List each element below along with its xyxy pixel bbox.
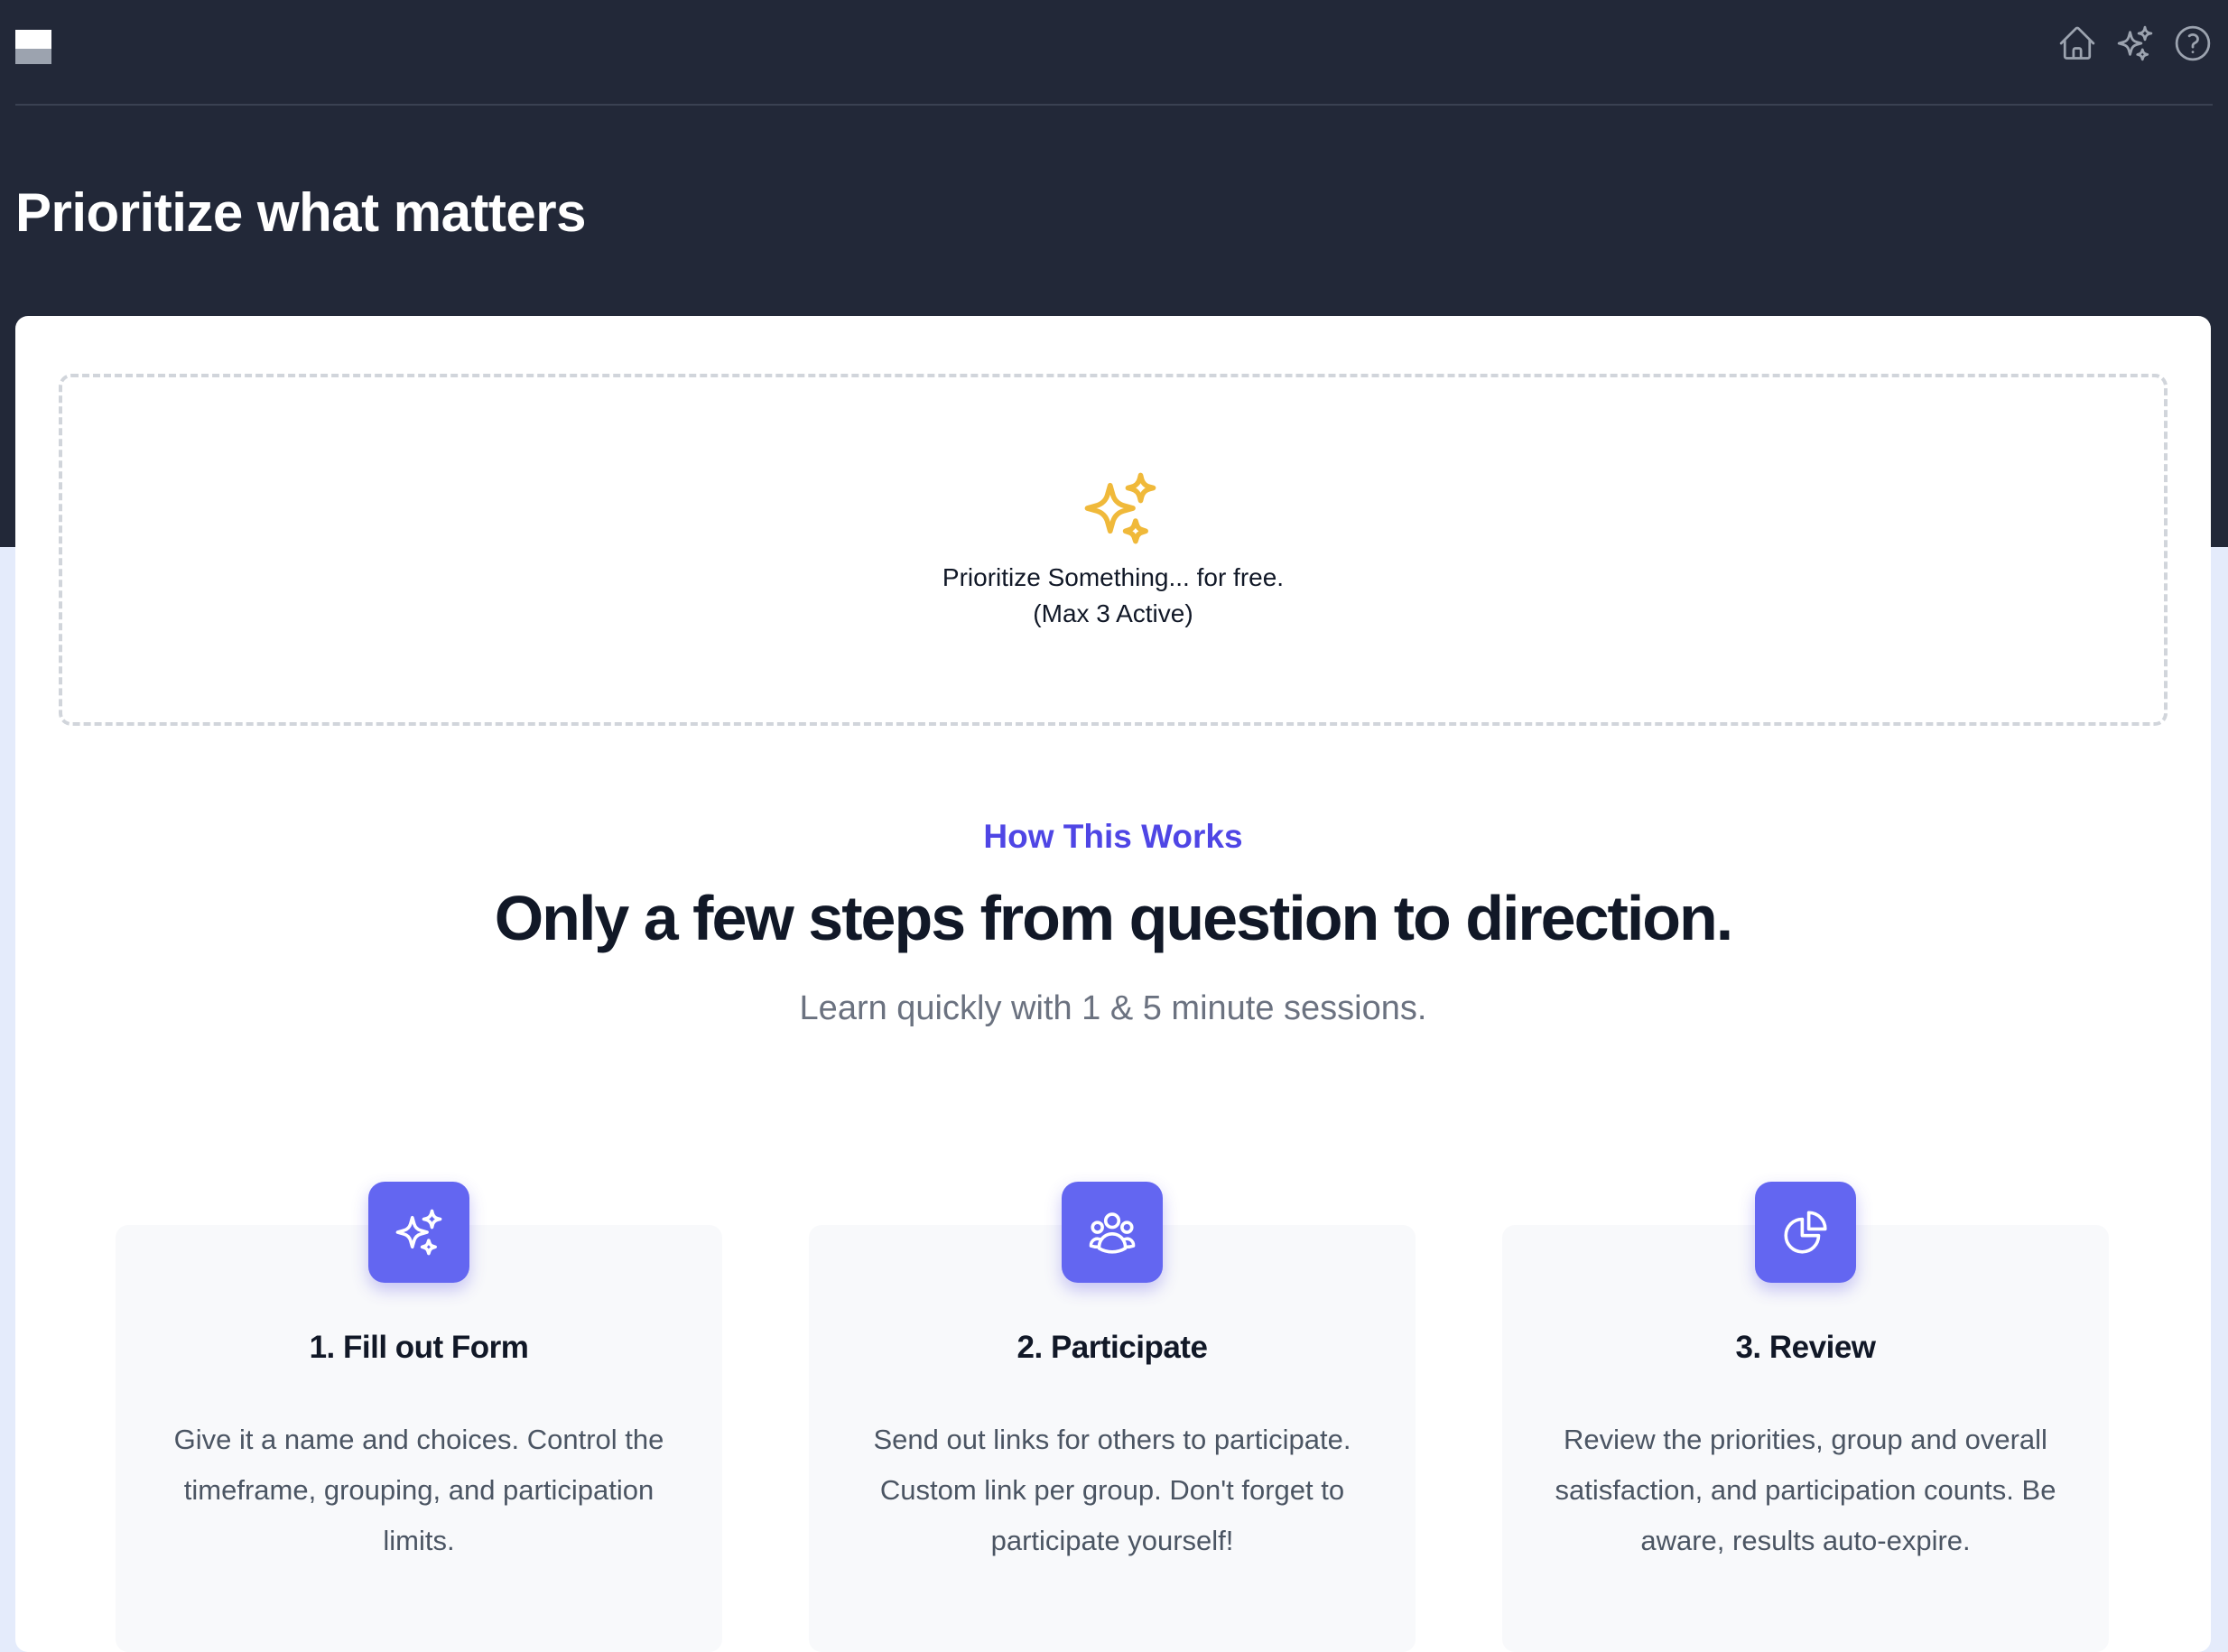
section-headline: Only a few steps from question to direct… — [494, 883, 1734, 953]
help-circle-icon[interactable] — [2173, 23, 2213, 63]
page-title: Prioritize what matters — [15, 182, 587, 243]
nav-icons — [2057, 23, 2213, 63]
step-card-fill-out-form: 1. Fill out Form Give it a name and choi… — [116, 1182, 722, 1652]
step-card-participate: 2. Participate Send out links for others… — [809, 1182, 1416, 1652]
step-card-review: 3. Review Review the priorities, group a… — [1502, 1182, 2109, 1652]
step-description: Give it a name and choices. Control the … — [173, 1424, 664, 1556]
logo-bottom — [15, 49, 51, 64]
new-prioritization-label: Prioritize Something... for free. — [942, 563, 1285, 591]
main-card: Prioritize Something... for free. (Max 3… — [15, 316, 2211, 1652]
logo-top — [15, 30, 51, 49]
sparkles-icon — [1080, 468, 1161, 549]
step-title: 2. Participate — [1017, 1330, 1208, 1365]
sparkles-icon — [368, 1182, 469, 1283]
step-description: Review the priorities, group and overall… — [1555, 1424, 2056, 1556]
section-eyebrow: How This Works — [983, 818, 1243, 855]
step-title: 1. Fill out Form — [309, 1330, 529, 1365]
step-description: Send out links for others to participate… — [873, 1424, 1351, 1556]
user-group-icon — [1062, 1182, 1163, 1283]
sparkles-icon[interactable] — [2115, 23, 2155, 63]
active-limit-note: (Max 3 Active) — [1033, 599, 1193, 627]
new-prioritization-button[interactable]: Prioritize Something... for free. (Max 3… — [59, 374, 2168, 726]
logo[interactable] — [15, 30, 51, 64]
step-title: 3. Review — [1735, 1330, 1876, 1365]
home-icon[interactable] — [2057, 23, 2097, 63]
top-navbar — [15, 0, 2213, 106]
chart-pie-icon — [1755, 1182, 1856, 1283]
section-subline: Learn quickly with 1 & 5 minute sessions… — [799, 989, 1427, 1027]
